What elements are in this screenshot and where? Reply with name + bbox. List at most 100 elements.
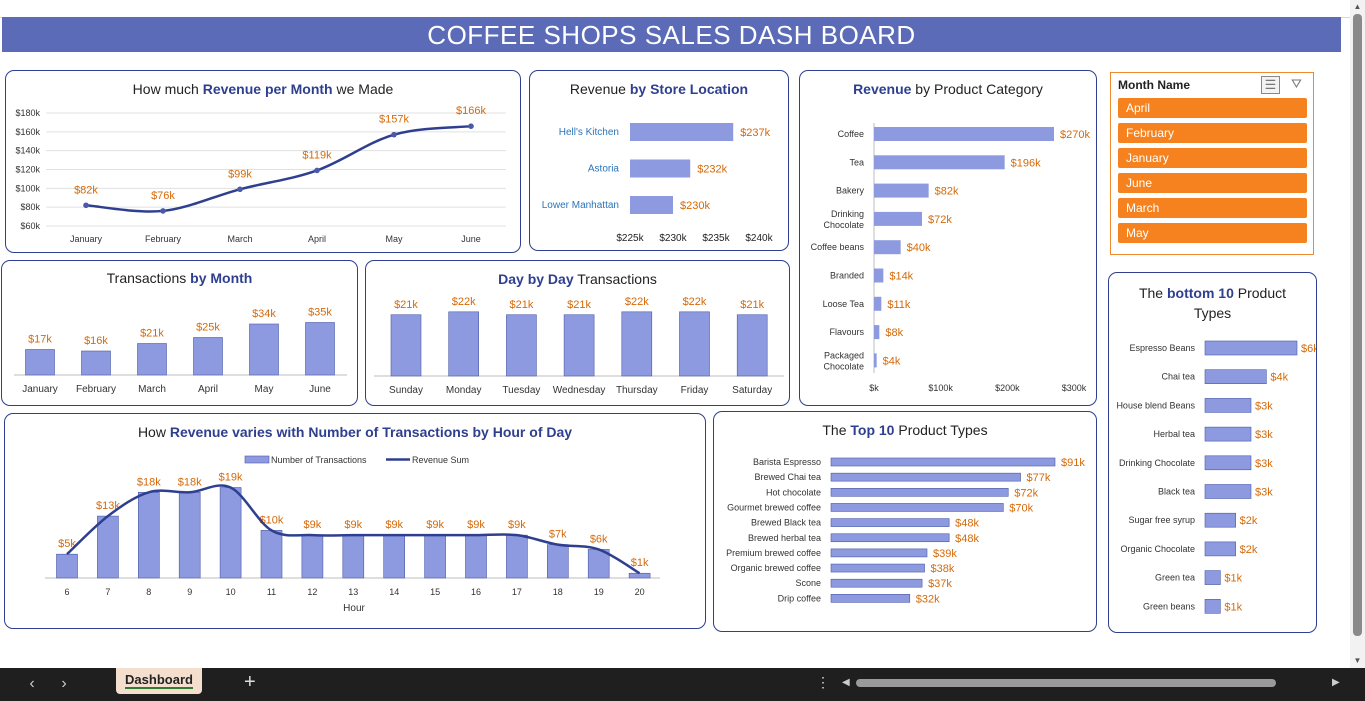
category-label: Organic brewed coffee xyxy=(731,563,821,573)
bar xyxy=(830,503,1004,512)
sheet-tab-dashboard[interactable]: Dashboard xyxy=(116,668,202,694)
x-tick-label: May xyxy=(385,234,403,244)
data-label: $119k xyxy=(302,149,332,161)
clear-filter-icon[interactable]: ⛛ xyxy=(1288,76,1305,92)
bar xyxy=(193,337,223,376)
data-label: $76k xyxy=(151,190,175,202)
data-label: $4k xyxy=(1270,372,1288,384)
x-tick-label: 20 xyxy=(635,587,645,597)
bar xyxy=(305,322,335,376)
data-label: $7k xyxy=(549,529,567,541)
data-label: $2k xyxy=(1240,515,1258,527)
prev-sheet-icon[interactable]: ‹ xyxy=(25,675,39,693)
data-label: $196k xyxy=(1011,157,1041,169)
bar xyxy=(563,314,595,377)
x-tick-label: Thursday xyxy=(616,385,658,396)
category-label: Coffee xyxy=(838,129,864,139)
category-label: Scone xyxy=(795,578,821,588)
x-tick-label: Tuesday xyxy=(502,385,540,396)
x-tick-label: 11 xyxy=(267,587,276,597)
data-label: $11k xyxy=(887,299,911,311)
category-label: Packaged Chocolate xyxy=(823,350,864,371)
x-tick-label: 15 xyxy=(430,587,440,597)
category-label: Premium brewed coffee xyxy=(726,548,821,558)
scroll-up-icon[interactable]: ▲ xyxy=(1352,2,1363,12)
slicer-item[interactable]: March xyxy=(1118,198,1307,218)
data-label: $8k xyxy=(885,327,903,339)
data-label: $72k xyxy=(928,214,952,226)
add-sheet-icon[interactable]: + xyxy=(244,671,256,694)
next-sheet-icon[interactable]: › xyxy=(57,675,71,693)
x-tick-label: 8 xyxy=(146,587,151,597)
slicer-item[interactable]: February xyxy=(1118,123,1307,143)
x-tick-label: March xyxy=(138,384,166,395)
horizontal-scroll-thumb[interactable] xyxy=(856,679,1276,687)
slicer-item[interactable]: May xyxy=(1118,223,1307,243)
y-tick-label: $120k xyxy=(15,165,40,175)
slicer-item[interactable]: January xyxy=(1118,148,1307,168)
x-tick-label: $200k xyxy=(995,383,1020,393)
data-label: $9k xyxy=(467,519,485,531)
data-point xyxy=(237,186,243,193)
slicer-header: Month Name xyxy=(1118,78,1190,92)
x-tick-label: Sunday xyxy=(389,385,423,396)
data-label: $35k xyxy=(308,307,332,319)
data-label: $91k xyxy=(1061,457,1085,469)
data-label: $1k xyxy=(631,557,649,569)
excel-window: COFFEE SHOPS SALES DASH BOARD How much R… xyxy=(0,0,1365,701)
x-tick-label: 10 xyxy=(226,587,236,597)
panel-monthly-revenue: How much Revenue per Month we Made $60k $… xyxy=(5,70,521,253)
y-tick-label: $60k xyxy=(20,221,40,231)
legend-line-label: Revenue Sum xyxy=(412,455,469,465)
x-tick-label: January xyxy=(22,384,58,395)
category-label: Organic Chocolate xyxy=(1120,544,1195,554)
vertical-scrollbar[interactable]: ▲ ▼ xyxy=(1350,0,1365,668)
monthly-revenue-chart: $60k $80k $100k $120k $140k $160k $180k $82k Jan… xyxy=(15,105,506,244)
panel-hourly: How Revenue varies with Number of Transa… xyxy=(4,413,706,629)
data-label: $77k xyxy=(1027,472,1051,484)
scroll-down-icon[interactable]: ▼ xyxy=(1352,656,1363,666)
multi-select-icon[interactable]: ☰ xyxy=(1261,76,1280,94)
data-label: $4k xyxy=(883,355,901,367)
data-label: $17k xyxy=(28,334,52,346)
slicer-item[interactable]: June xyxy=(1118,173,1307,193)
bar xyxy=(342,534,365,579)
panel-store-revenue: Revenue by Store Location Hell's Kitchen… xyxy=(529,70,789,251)
y-tick-label: $100k xyxy=(15,183,40,193)
bar xyxy=(1204,426,1252,442)
bar xyxy=(546,544,569,579)
panel-top10: The Top 10 Product Types Barista Espress… xyxy=(713,411,1097,632)
more-options-icon[interactable]: ⋮ xyxy=(816,674,830,691)
data-label: $3k xyxy=(1255,487,1273,499)
category-label: Hell's Kitchen xyxy=(559,127,619,138)
data-label: $230k xyxy=(680,200,710,212)
category-label: Astoria xyxy=(588,164,620,175)
x-tick-label: $100k xyxy=(928,383,953,393)
x-tick-label: May xyxy=(255,384,274,395)
x-tick-label: 6 xyxy=(64,587,69,597)
bar xyxy=(621,311,653,377)
data-label: $270k xyxy=(1060,129,1090,141)
data-label: $82k xyxy=(74,184,98,196)
data-label: $157k xyxy=(379,114,409,126)
x-tick-label: Friday xyxy=(681,385,709,396)
x-tick-label: Monday xyxy=(446,385,482,396)
panel-bottom10: The bottom 10 Product Types Espresso Bean… xyxy=(1108,272,1317,633)
data-label: $21k xyxy=(509,299,533,311)
scroll-left-icon[interactable]: ◀ xyxy=(842,676,850,690)
bar xyxy=(628,572,651,579)
panel-category-revenue: Revenue by Product Category Coffee $270k T… xyxy=(799,70,1097,406)
scroll-right-icon[interactable]: ▶ xyxy=(1332,676,1340,690)
y-tick-label: $140k xyxy=(15,146,40,156)
horizontal-scrollbar[interactable]: ◀ ▶ xyxy=(842,676,1344,690)
top10-chart: Barista Espresso $91k Brewed Chai tea $77k H… xyxy=(726,457,1085,605)
x-tick-label: June xyxy=(461,234,481,244)
vertical-scroll-thumb[interactable] xyxy=(1353,14,1362,636)
x-tick-label: $235k xyxy=(702,233,730,244)
slicer-item[interactable]: April xyxy=(1118,98,1307,118)
data-label: $9k xyxy=(508,519,526,531)
x-tick-label: April xyxy=(308,234,326,244)
bar xyxy=(1204,398,1252,413)
data-label: $70k xyxy=(1009,502,1033,514)
bar xyxy=(874,268,884,283)
